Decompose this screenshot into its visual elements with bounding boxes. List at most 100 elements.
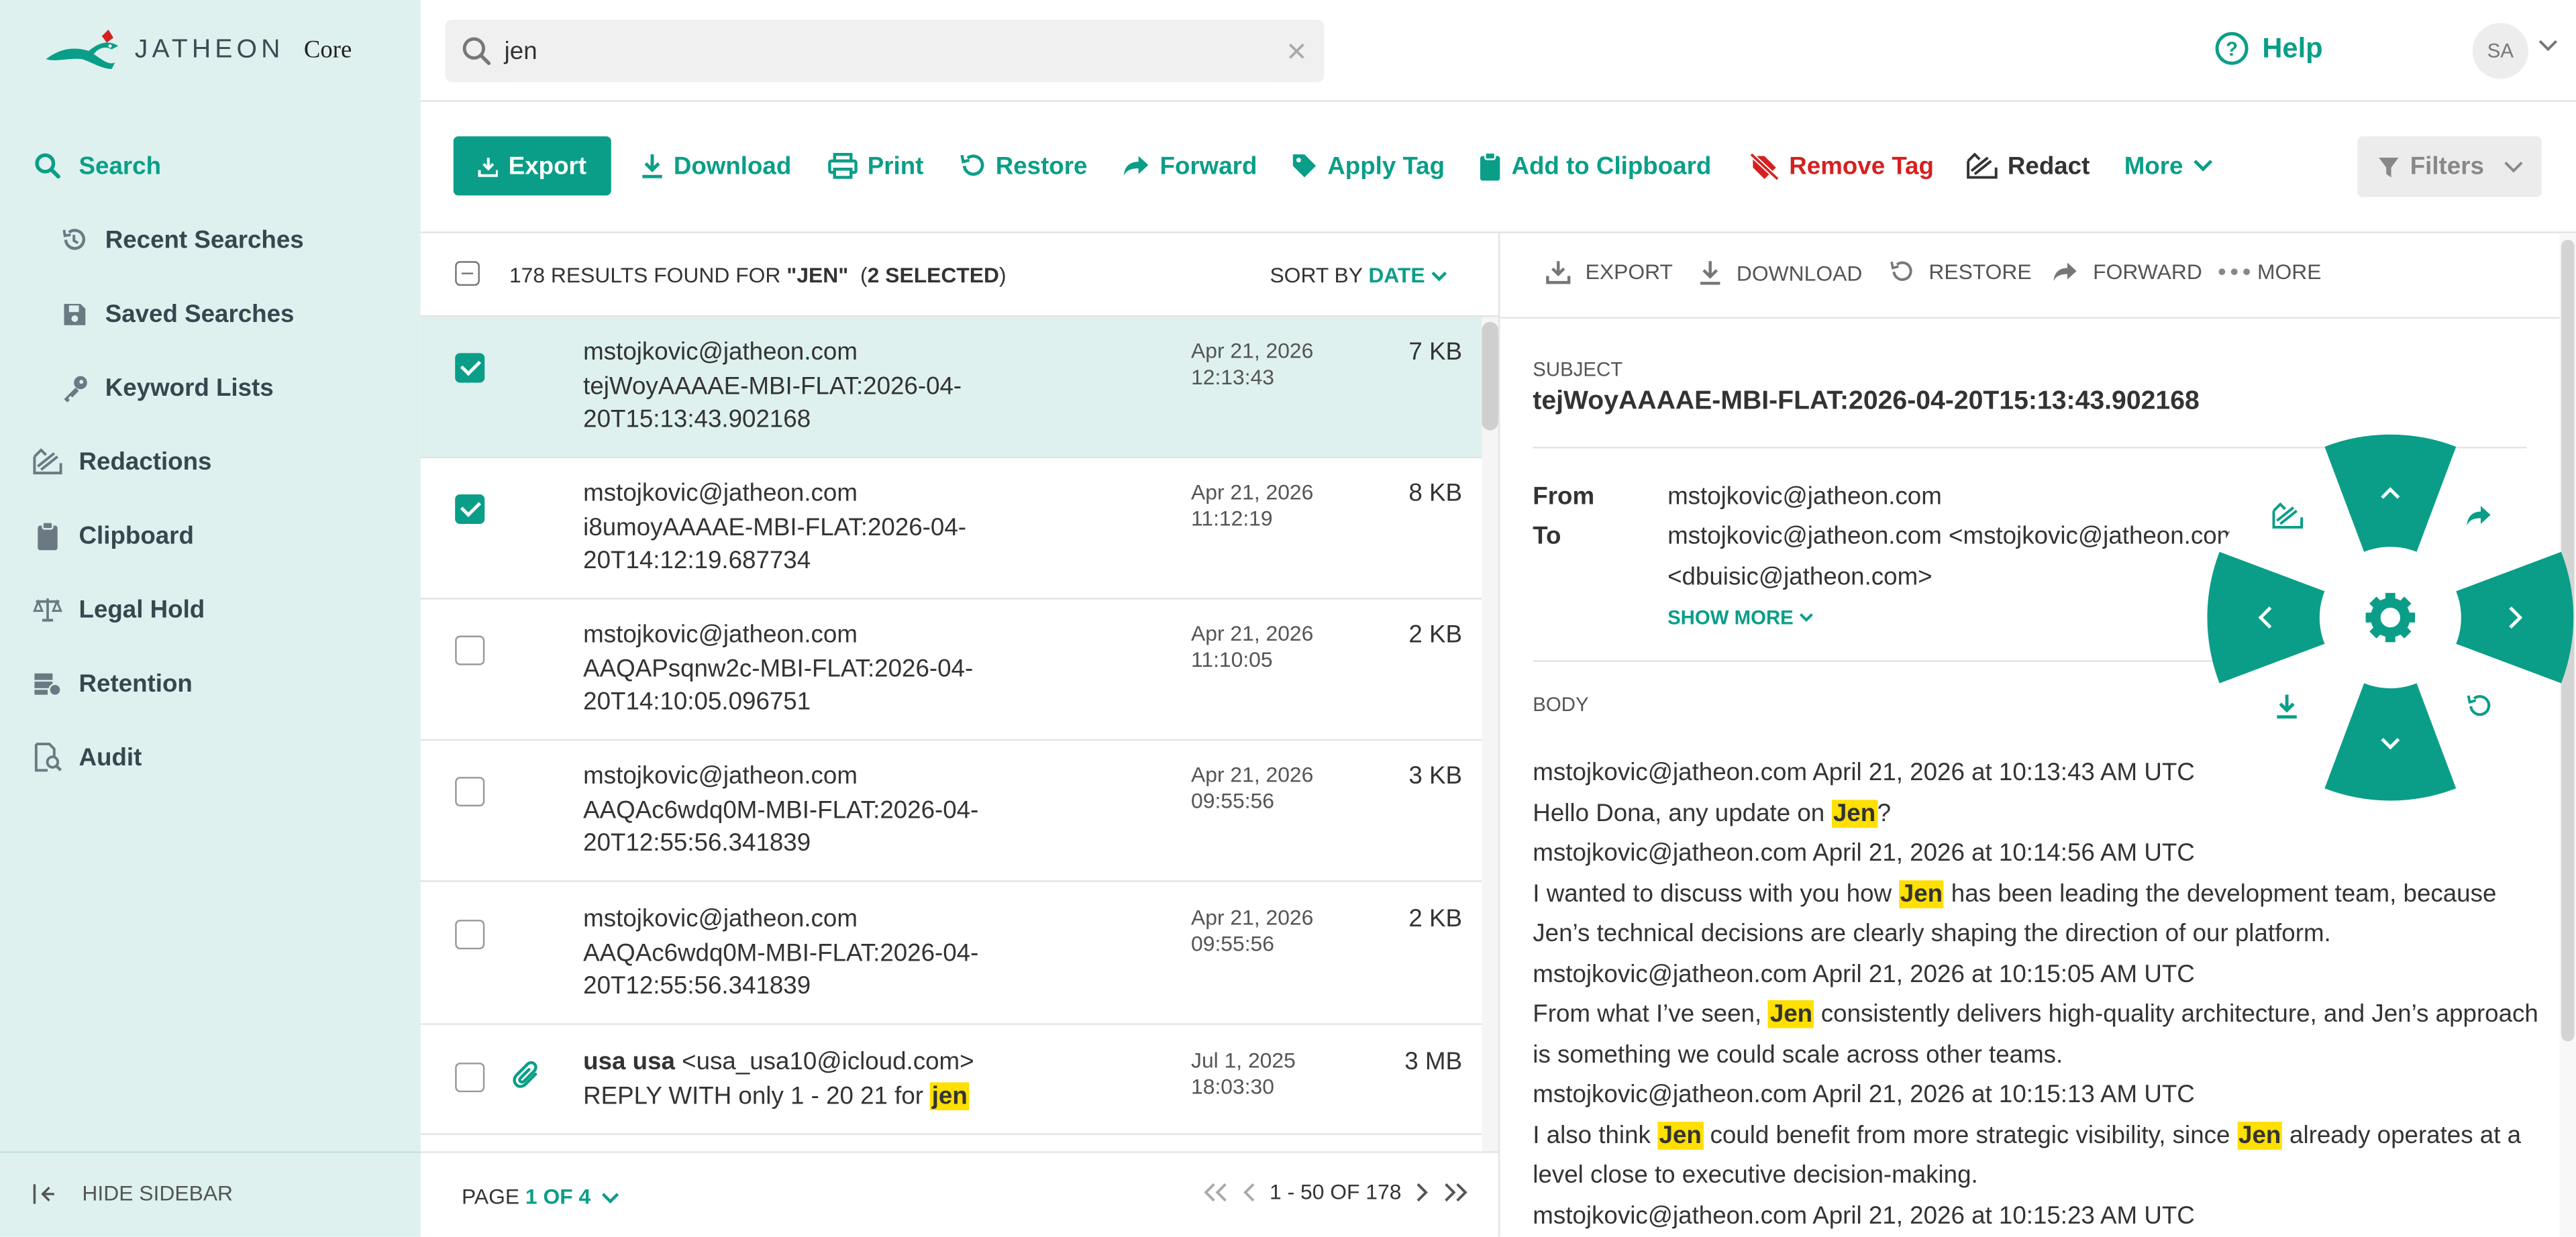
preview-export-button[interactable]: EXPORT	[1546, 260, 1673, 284]
search-icon	[33, 151, 62, 180]
more-button[interactable]: More	[2124, 138, 2213, 194]
sidebar-item-keyword-lists[interactable]: Keyword Lists	[59, 373, 274, 402]
help-button[interactable]: ? Help	[2214, 32, 2323, 66]
table-row[interactable]: mstojkovic@jatheon.com AAQAPsqnw2c-MBI-F…	[420, 600, 1482, 741]
restore-icon	[960, 154, 984, 176]
export-button[interactable]: Export	[453, 136, 611, 196]
filters-label: Filters	[2410, 152, 2484, 181]
row-checkbox[interactable]	[455, 494, 485, 525]
sort-by-control[interactable]: SORT BY DATE	[1270, 263, 1447, 287]
row-date: Jul 1, 2025 18:03:30	[1191, 1048, 1296, 1099]
redact-label: Redact	[2007, 152, 2090, 180]
filters-button[interactable]: Filters	[2357, 136, 2542, 197]
row-checkbox[interactable]	[455, 635, 485, 665]
table-row[interactable]: mstojkovic@jatheon.com tejWoyAAAAE-MBI-F…	[420, 317, 1482, 459]
download-button[interactable]: Download	[641, 138, 791, 194]
last-page-icon[interactable]	[1443, 1182, 1469, 1201]
row-checkbox[interactable]	[455, 1063, 485, 1093]
logo-sub: Core	[303, 37, 352, 64]
add-to-clipboard-button[interactable]: Add to Clipboard	[1479, 138, 1711, 194]
remove-tag-button[interactable]: Remove Tag	[1749, 138, 1934, 194]
row-date: Apr 21, 2026 11:10:05	[1191, 621, 1314, 672]
preview-restore-button[interactable]: RESTORE	[1890, 260, 2032, 284]
table-row[interactable]: usa usa <usa_usa10@icloud.com> REPLY WIT…	[420, 1026, 1482, 1135]
chevron-down-icon	[602, 1193, 619, 1204]
print-button[interactable]: Print	[828, 138, 923, 194]
sidebar-item-clipboard[interactable]: Clipboard	[33, 521, 194, 550]
sidebar-item-legal-hold[interactable]: Legal Hold	[33, 594, 205, 624]
preview-more-button[interactable]: MORE	[2218, 260, 2322, 284]
sidebar-item-label: Retention	[79, 669, 193, 698]
scale-icon	[33, 594, 62, 624]
svg-text:?: ?	[2226, 38, 2238, 60]
sidebar-item-saved-searches[interactable]: Saved Searches	[59, 299, 294, 329]
row-subject: i8umoyAAAAE-MBI-FLAT:2026-04-20T14:12:19…	[583, 514, 967, 575]
forward-button[interactable]: Forward	[1122, 138, 1257, 194]
row-sender: mstojkovic@jatheon.com	[583, 905, 858, 933]
clipboard-icon	[33, 521, 62, 550]
sidebar-item-audit[interactable]: Audit	[33, 743, 142, 772]
results-count: 178 RESULTS FOUND FOR "JEN" (2 SELECTED)	[509, 262, 1007, 288]
row-checkbox[interactable]	[455, 920, 485, 950]
redact-icon	[1967, 152, 1998, 179]
preview-forward-button[interactable]: FORWARD	[2052, 260, 2202, 284]
subject-label: SUBJECT	[1533, 358, 1623, 382]
sidebar-item-label: Recent Searches	[105, 225, 304, 254]
table-row[interactable]: mstojkovic@jatheon.com i8umoyAAAAE-MBI-F…	[420, 458, 1482, 600]
prev-page-icon[interactable]	[1241, 1182, 1256, 1201]
page-selector[interactable]: PAGE 1 OF 4	[462, 1184, 619, 1209]
row-size: 2 KB	[1408, 905, 1463, 933]
avatar[interactable]: SA	[2472, 23, 2528, 79]
hide-sidebar-button[interactable]: HIDE SIDEBAR	[33, 1181, 233, 1205]
restore-button[interactable]: Restore	[960, 138, 1088, 194]
sidebar-item-redactions[interactable]: Redactions	[33, 447, 212, 476]
restore-label: Restore	[995, 152, 1088, 180]
results-scrollbar[interactable]	[1482, 317, 1498, 1152]
chevron-down-icon[interactable]	[2538, 40, 2558, 53]
redact-button[interactable]: Redact	[1967, 138, 2090, 194]
paperclip-icon	[513, 1061, 541, 1091]
hide-sidebar-label: HIDE SIDEBAR	[82, 1181, 234, 1206]
export-label: Export	[508, 152, 587, 180]
download-icon	[1700, 261, 1720, 285]
results-scrollbar-thumb[interactable]	[1482, 321, 1498, 431]
search-bar[interactable]: jen ✕	[445, 19, 1325, 83]
row-date: Apr 21, 2026 09:55:56	[1191, 762, 1314, 813]
preview-download-button[interactable]: DOWNLOAD	[1699, 260, 1862, 286]
sidebar-item-retention[interactable]: Retention	[33, 668, 193, 698]
sidebar-item-recent-searches[interactable]: Recent Searches	[59, 225, 304, 254]
logo[interactable]: JATHEON Core	[43, 30, 352, 72]
page-range: 1 - 50 OF 178	[1270, 1179, 1402, 1204]
more-label: More	[2124, 152, 2183, 180]
sidebar-divider	[0, 1151, 421, 1153]
apply-tag-button[interactable]: Apply Tag	[1291, 138, 1445, 194]
help-icon: ?	[2215, 32, 2249, 65]
row-checkbox[interactable]	[455, 777, 485, 807]
table-row[interactable]: mstojkovic@jatheon.com AAQAc6wdq0M-MBI-F…	[420, 741, 1482, 882]
chevron-down-icon	[1431, 271, 1447, 282]
tag-icon	[1292, 154, 1317, 178]
row-date: Apr 21, 2026 12:13:43	[1191, 338, 1314, 390]
sidebar-item-label: Clipboard	[79, 521, 194, 549]
first-page-icon[interactable]	[1202, 1182, 1229, 1201]
preview-toolbar: EXPORT DOWNLOAD RESTORE FORWARD MORE	[1500, 233, 2576, 319]
select-all-checkbox[interactable]	[455, 261, 480, 286]
row-sender: mstojkovic@jatheon.com	[583, 621, 858, 649]
next-page-icon[interactable]	[1414, 1182, 1429, 1201]
row-size: 7 KB	[1408, 338, 1463, 366]
radial-action-menu[interactable]	[2206, 433, 2574, 801]
show-more-link[interactable]: SHOW MORE	[1667, 606, 1813, 629]
sidebar-item-search[interactable]: Search	[33, 151, 161, 180]
clear-search-icon[interactable]: ✕	[1286, 36, 1308, 69]
row-subject: AAQAc6wdq0M-MBI-FLAT:2026-04-20T12:55:56…	[583, 939, 979, 1001]
pager-nav: 1 - 50 OF 178	[1202, 1179, 1469, 1204]
row-checkbox[interactable]	[455, 353, 485, 383]
audit-icon	[33, 743, 62, 772]
table-row[interactable]: mstojkovic@jatheon.com AAQAc6wdq0M-MBI-F…	[420, 883, 1482, 1025]
restore-icon	[1890, 261, 1912, 281]
search-input[interactable]: jen	[505, 37, 537, 65]
row-date: Apr 21, 2026 11:12:19	[1191, 479, 1314, 531]
row-sender: mstojkovic@jatheon.com	[583, 762, 858, 790]
row-subject: tejWoyAAAAE-MBI-FLAT:2026-04-20T15:13:43…	[583, 372, 962, 434]
download-label: Download	[673, 152, 792, 180]
